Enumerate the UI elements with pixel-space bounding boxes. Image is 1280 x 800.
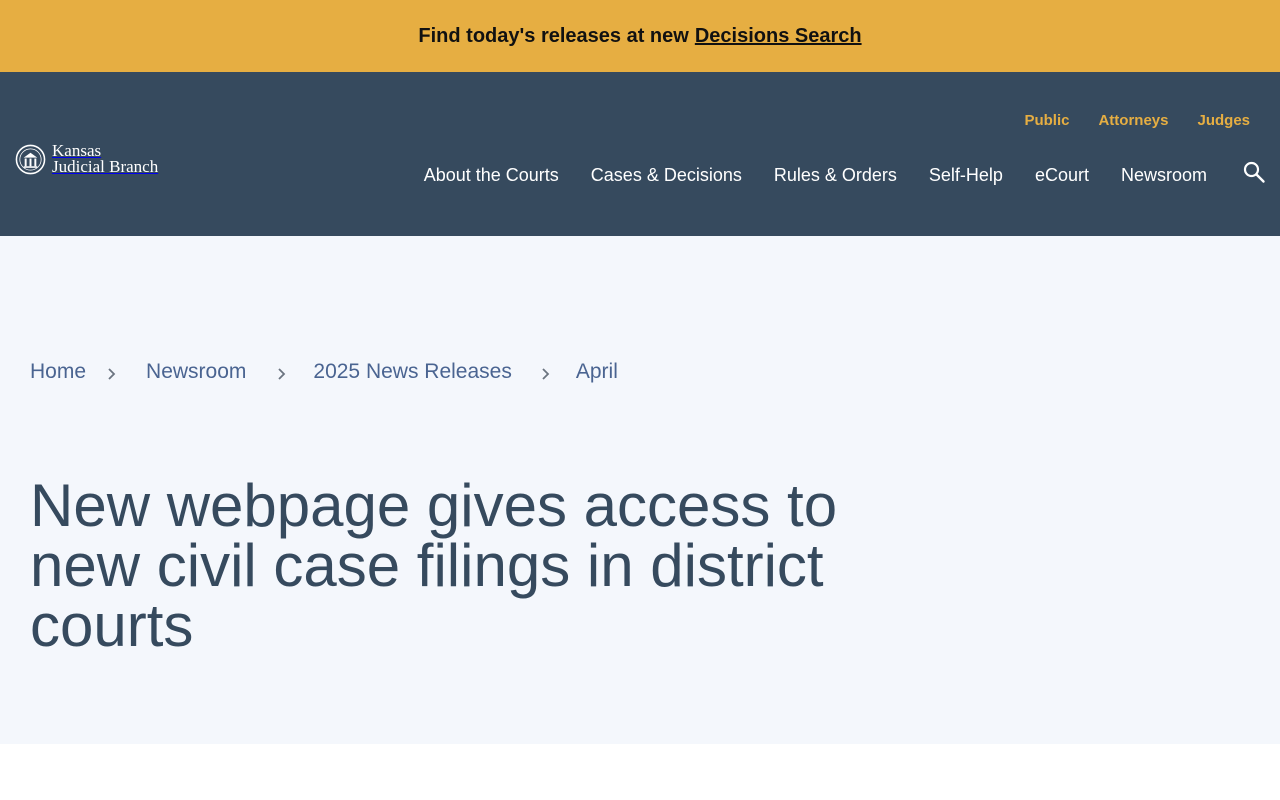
site-header: Kansas Judicial Branch Public Attorneys … [0,72,1280,236]
nav-ecourt[interactable]: eCourt [1035,165,1089,186]
nav-rules-orders[interactable]: Rules & Orders [774,165,897,186]
chevron-right-icon [278,368,286,380]
nav-self-help[interactable]: Self-Help [929,165,1003,186]
chevron-right-icon [108,368,116,380]
site-logo[interactable]: Kansas Judicial Branch [15,142,159,176]
chevron-right-icon [542,368,550,380]
alert-banner: Find today's releases at new Decisions S… [0,0,1280,72]
audience-link-public[interactable]: Public [1024,112,1069,129]
nav-cases-decisions[interactable]: Cases & Decisions [591,165,742,186]
breadcrumb-april[interactable]: April [576,360,618,384]
alert-text: Find today's releases at new [418,24,689,47]
breadcrumb: Home Newsroom 2025 News Releases April [30,360,618,384]
seal-icon [15,144,46,174]
search-button[interactable] [1242,160,1266,184]
audience-nav: Public Attorneys Judges [1024,112,1250,129]
audience-link-attorneys[interactable]: Attorneys [1098,112,1168,129]
decisions-search-link[interactable]: Decisions Search [695,25,862,48]
page-hero: Home Newsroom 2025 News Releases April N… [0,236,1280,744]
breadcrumb-home[interactable]: Home [30,360,86,384]
breadcrumb-newsroom[interactable]: Newsroom [146,360,246,384]
logo-text: Kansas Judicial Branch [52,142,159,176]
nav-about-the-courts[interactable]: About the Courts [424,165,559,186]
main-nav: About the Courts Cases & Decisions Rules… [424,165,1207,186]
search-icon [1243,161,1265,183]
logo-line-2: Judicial Branch [52,157,159,176]
page-title: New webpage gives access to new civil ca… [30,472,838,659]
audience-link-judges[interactable]: Judges [1197,112,1250,129]
nav-newsroom[interactable]: Newsroom [1121,165,1207,186]
breadcrumb-2025-news-releases[interactable]: 2025 News Releases [313,360,511,384]
